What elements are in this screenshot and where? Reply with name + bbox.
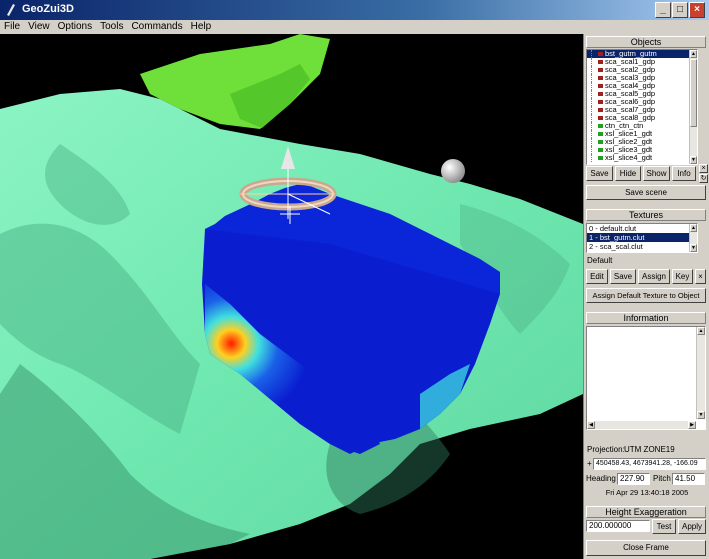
heading-label: Heading [586,474,616,483]
texture-edit-button[interactable]: Edit [586,269,608,284]
objects-refresh-icon[interactable]: ↻ [699,174,708,183]
terrain-scene [0,34,583,559]
information-text-area[interactable] [586,326,706,430]
coordinates-field[interactable]: 450458.43, 4673941.28, -166.09 [593,458,706,470]
objects-hide-button[interactable]: Hide [615,166,641,181]
information-scrollbar[interactable]: ▲ ▼ [696,327,705,419]
projection-value: UTM ZONE19 [624,445,675,454]
scroll-right-icon[interactable]: ▶ [688,421,696,429]
texture-save-button[interactable]: Save [610,269,636,284]
textures-scrollbar[interactable]: ▲ ▼ [689,224,697,252]
projection-label: Projection: [587,445,625,454]
objects-scrollbar[interactable]: ▲ ▼ [689,50,697,164]
coords-plus-label: + [587,459,592,468]
height-exaggeration-title: Height Exaggeration [586,506,706,518]
menu-commands[interactable]: Commands [127,20,186,34]
default-label: Default [587,256,613,265]
objects-info-button[interactable]: Info [672,166,696,181]
scroll-up-icon[interactable]: ▲ [690,50,697,58]
texture-item[interactable]: 0 - default.clut [587,224,697,233]
object-item[interactable]: xsl_slice4_gdt [587,154,697,162]
textures-list[interactable]: 0 - default.clut 1 - bst_gutm.clut 2 - s… [586,223,698,253]
scroll-down-icon[interactable]: ▼ [690,156,697,164]
menu-help[interactable]: Help [187,20,216,34]
information-title: Information [586,312,706,324]
scroll-down-icon[interactable]: ▼ [697,411,705,419]
texture-key-button[interactable]: Key [672,269,693,284]
height-apply-button[interactable]: Apply [678,519,706,534]
datetime-label: Fri Apr 29 13:40:18 2005 [605,488,689,497]
control-panel: Objects bst_gutm_gutm sca_scal1_gdp sca_… [583,34,709,559]
texture-item[interactable]: 2 - sca_scal.clut [587,242,697,251]
scroll-left-icon[interactable]: ◀ [587,421,595,429]
pitch-label: Pitch [653,474,671,483]
pitch-field[interactable]: 41.50 [672,473,705,485]
menu-bar: File View Options Tools Commands Help [0,20,709,34]
menu-file[interactable]: File [0,20,24,34]
save-scene-button[interactable]: Save scene [586,185,706,200]
objects-title: Objects [586,36,706,48]
scroll-up-icon[interactable]: ▲ [697,327,705,335]
scroll-up-icon[interactable]: ▲ [690,224,697,232]
scroll-down-icon[interactable]: ▼ [690,244,697,252]
textures-title: Textures [586,209,706,221]
title-bar: GeoZui3D _ □ × [0,0,709,20]
texture-assign-button[interactable]: Assign [638,269,670,284]
menu-options[interactable]: Options [54,20,96,34]
window-title: GeoZui3D [22,3,74,15]
menu-view[interactable]: View [24,20,54,34]
assign-default-texture-button[interactable]: Assign Default Texture to Object [586,288,706,303]
objects-close-icon[interactable]: × [699,164,708,173]
scroll-thumb[interactable] [690,59,697,127]
objects-show-button[interactable]: Show [643,166,670,181]
object-item-label: xsl_slice4_gdt [605,153,653,162]
close-window-button[interactable]: × [689,2,705,18]
information-hscrollbar[interactable]: ◀ ▶ [587,421,696,429]
sphere-marker [441,159,465,183]
height-test-button[interactable]: Test [652,519,676,534]
texture-close-icon[interactable]: × [695,269,706,284]
minimize-button[interactable]: _ [655,2,671,18]
app-icon [7,4,15,16]
menu-tools[interactable]: Tools [96,20,127,34]
close-frame-button[interactable]: Close Frame [586,540,706,556]
3d-viewport[interactable] [0,34,583,559]
objects-list[interactable]: bst_gutm_gutm sca_scal1_gdp sca_scal2_gd… [586,49,698,165]
heading-field[interactable]: 227.90 [617,473,650,485]
texture-item[interactable]: 1 - bst_gutm.clut [587,233,697,242]
maximize-button[interactable]: □ [672,2,688,18]
height-exaggeration-field[interactable]: 200.000000 [586,520,650,532]
objects-save-button[interactable]: Save [586,166,613,181]
